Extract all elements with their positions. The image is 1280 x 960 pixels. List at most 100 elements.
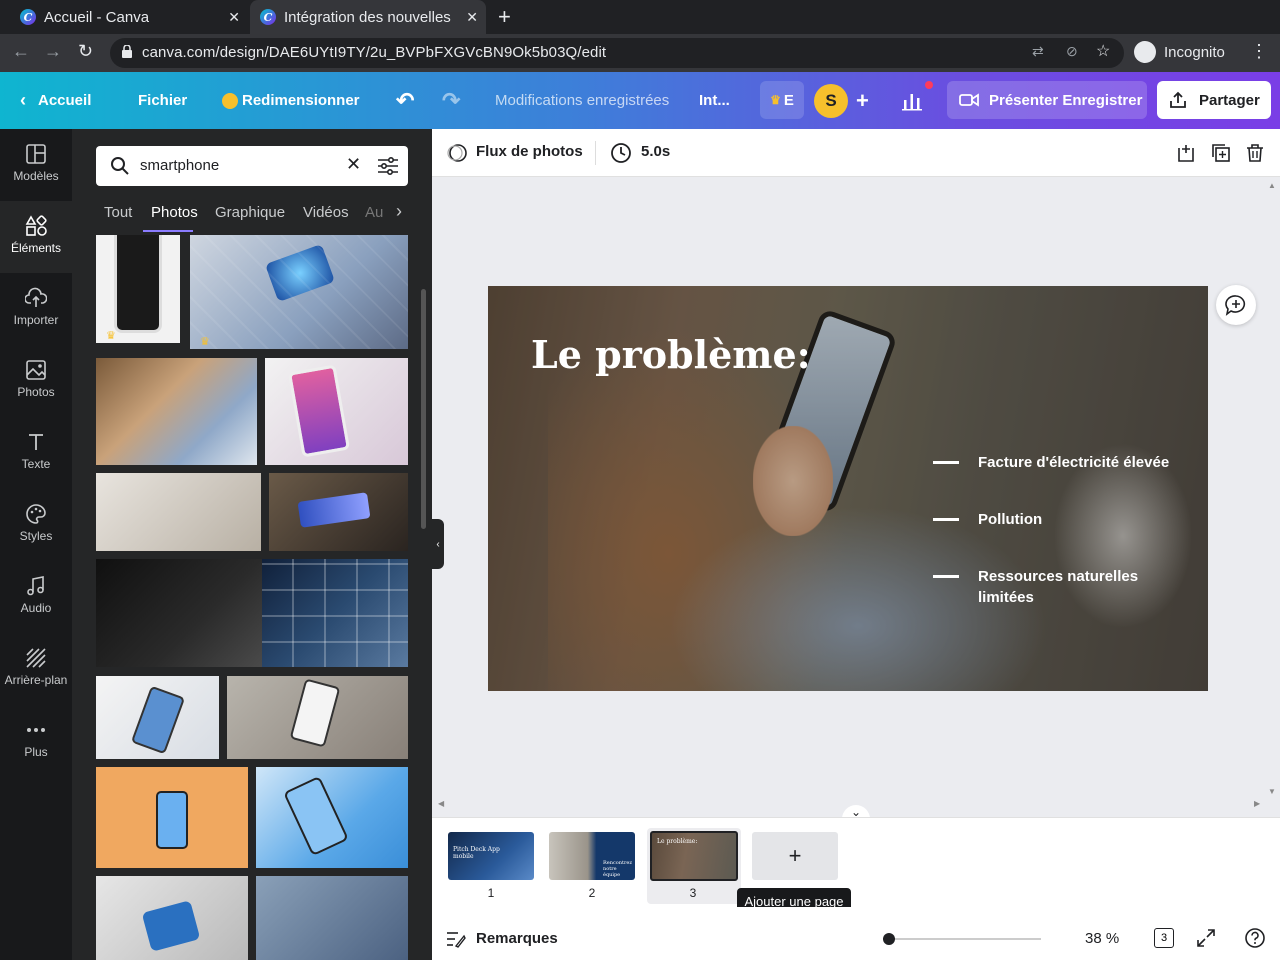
close-tab-icon[interactable]: ✕ [228,9,240,26]
back-icon[interactable]: ← [12,41,30,62]
undo-icon[interactable]: ↶ [396,72,414,129]
rail-item-audio[interactable]: Audio [0,561,72,633]
rail-item-photos[interactable]: Photos [0,345,72,417]
page-thumbnail-2[interactable]: Rencontrez notre équipe [549,832,635,880]
rail-label: Arrière-plan [4,673,68,687]
translate-icon[interactable]: ⇄ [1032,43,1044,60]
editor-toolbar: Flux de photos 5.0s [432,129,1280,177]
bullet-text[interactable]: Pollution [978,509,1042,530]
canvas-scrollbar[interactable]: ▲ ▼ [1268,181,1276,801]
comment-plus-icon [1225,295,1246,316]
page-number: 1 [487,886,495,900]
star-icon[interactable]: ☆ [1096,41,1110,61]
slide-title[interactable]: Le problème: [531,332,811,377]
bullet-text[interactable]: Ressources naturelles limitées [978,566,1148,608]
add-comment-button[interactable] [1216,285,1256,325]
browser-menu-icon[interactable]: ⋮ [1250,41,1268,62]
rail-item-text[interactable]: Texte [0,417,72,489]
search-icon [111,157,129,175]
photo-result[interactable] [262,559,408,667]
url-field[interactable]: canva.com/design/DAE6UYtI9TY/2u_BVPbFXGV… [110,38,1124,68]
duplicate-page-icon[interactable] [1211,143,1231,163]
clear-search-icon[interactable]: ✕ [346,154,361,175]
close-tab-icon[interactable]: ✕ [466,9,478,26]
photo-result[interactable] [96,358,257,465]
palette-icon [26,504,46,524]
photo-result[interactable]: ♛ [190,235,408,349]
animation-button[interactable]: Flux de photos [476,143,583,160]
photo-result[interactable] [265,358,408,465]
resize-button[interactable]: Redimensionner [222,72,360,129]
document-title[interactable]: Int... [699,72,730,129]
fullscreen-icon[interactable] [1196,928,1216,948]
file-menu-button[interactable]: Fichier [138,72,187,129]
photo-result[interactable] [96,473,261,551]
more-icon [27,728,45,732]
notes-button[interactable]: Remarques [476,930,558,947]
incognito-badge[interactable]: Incognito [1134,41,1225,63]
photo-result[interactable] [96,876,248,960]
rail-item-elements[interactable]: Éléments [0,201,72,273]
rail-item-styles[interactable]: Styles [0,489,72,561]
photo-result[interactable] [256,767,408,868]
add-collaborator-icon[interactable]: + [856,72,869,129]
add-page-button[interactable]: + [752,832,838,880]
tab-audio[interactable]: Au [365,204,383,221]
canva-favicon-icon: C [260,9,276,25]
rail-item-more[interactable]: Plus [0,705,72,777]
tab-photos[interactable]: Photos [151,204,198,221]
forward-icon[interactable]: → [44,41,62,62]
filter-icon[interactable] [378,157,398,175]
address-bar: ← → ↻ canva.com/design/DAE6UYtI9TY/2u_BV… [0,34,1280,72]
browser-tab-active[interactable]: C Intégration des nouvelles r ✕ [250,0,486,34]
insights-button[interactable] [901,72,933,129]
browser-tab-home[interactable]: C Accueil - Canva ✕ [12,0,248,34]
duration-button[interactable]: 5.0s [641,143,670,160]
incognito-label: Incognito [1164,43,1225,61]
photo-result[interactable] [96,559,262,667]
present-label: Présenter Enregistrer [989,91,1143,109]
background-icon [26,648,46,668]
home-button[interactable]: ‹ Accueil [20,72,91,129]
chevron-right-icon[interactable]: › [396,201,402,222]
new-tab-icon[interactable]: + [498,4,511,30]
photo-result[interactable]: ♛ [96,235,180,343]
redo-icon[interactable]: ↷ [442,72,460,129]
scroll-left-icon: ◀ [438,799,445,808]
rail-item-background[interactable]: Arrière-plan [0,633,72,705]
page-number: 3 [689,886,697,900]
panel-scrollbar[interactable] [421,289,426,529]
share-icon [1170,91,1186,108]
page-count-button[interactable]: 3 [1154,928,1174,948]
page-thumbnail-1[interactable]: Pitch Deck App mobile [448,832,534,880]
photo-result[interactable] [96,767,248,868]
tab-videos[interactable]: Vidéos [303,204,349,221]
slide-canvas[interactable]: Le problème: Facture d'électricité élevé… [488,286,1208,691]
delete-page-icon[interactable] [1245,143,1265,163]
bullet-text[interactable]: Facture d'électricité élevée [978,452,1169,473]
present-button[interactable]: Présenter Enregistrer [947,81,1147,119]
photo-result[interactable] [227,676,408,759]
tab-all[interactable]: Tout [104,204,132,221]
search-input[interactable]: smartphone ✕ [96,146,408,186]
reload-icon[interactable]: ↻ [78,41,93,62]
eye-off-icon[interactable]: ⊘ [1066,43,1078,60]
avatar[interactable]: S [814,84,848,118]
zoom-slider[interactable] [883,938,1041,940]
help-icon[interactable] [1244,927,1266,949]
templates-icon [26,144,46,164]
rail-item-templates[interactable]: Modèles [0,129,72,201]
share-button[interactable]: Partager [1157,81,1271,119]
add-page-icon[interactable] [1176,143,1196,163]
photo-result[interactable] [96,676,219,759]
phone-shape [141,900,201,952]
page-thumbnail-3[interactable]: Le problème: [650,831,738,881]
rail-item-upload[interactable]: Importer [0,273,72,345]
upgrade-button[interactable]: ♛ E [760,81,804,119]
photo-result[interactable] [256,876,408,960]
zoom-level[interactable]: 38 % [1085,930,1119,947]
photo-result[interactable] [269,473,408,551]
collapse-panel-button[interactable]: ‹ [432,519,444,569]
tab-graphics[interactable]: Graphique [215,204,285,221]
zoom-slider-handle[interactable] [883,933,896,945]
